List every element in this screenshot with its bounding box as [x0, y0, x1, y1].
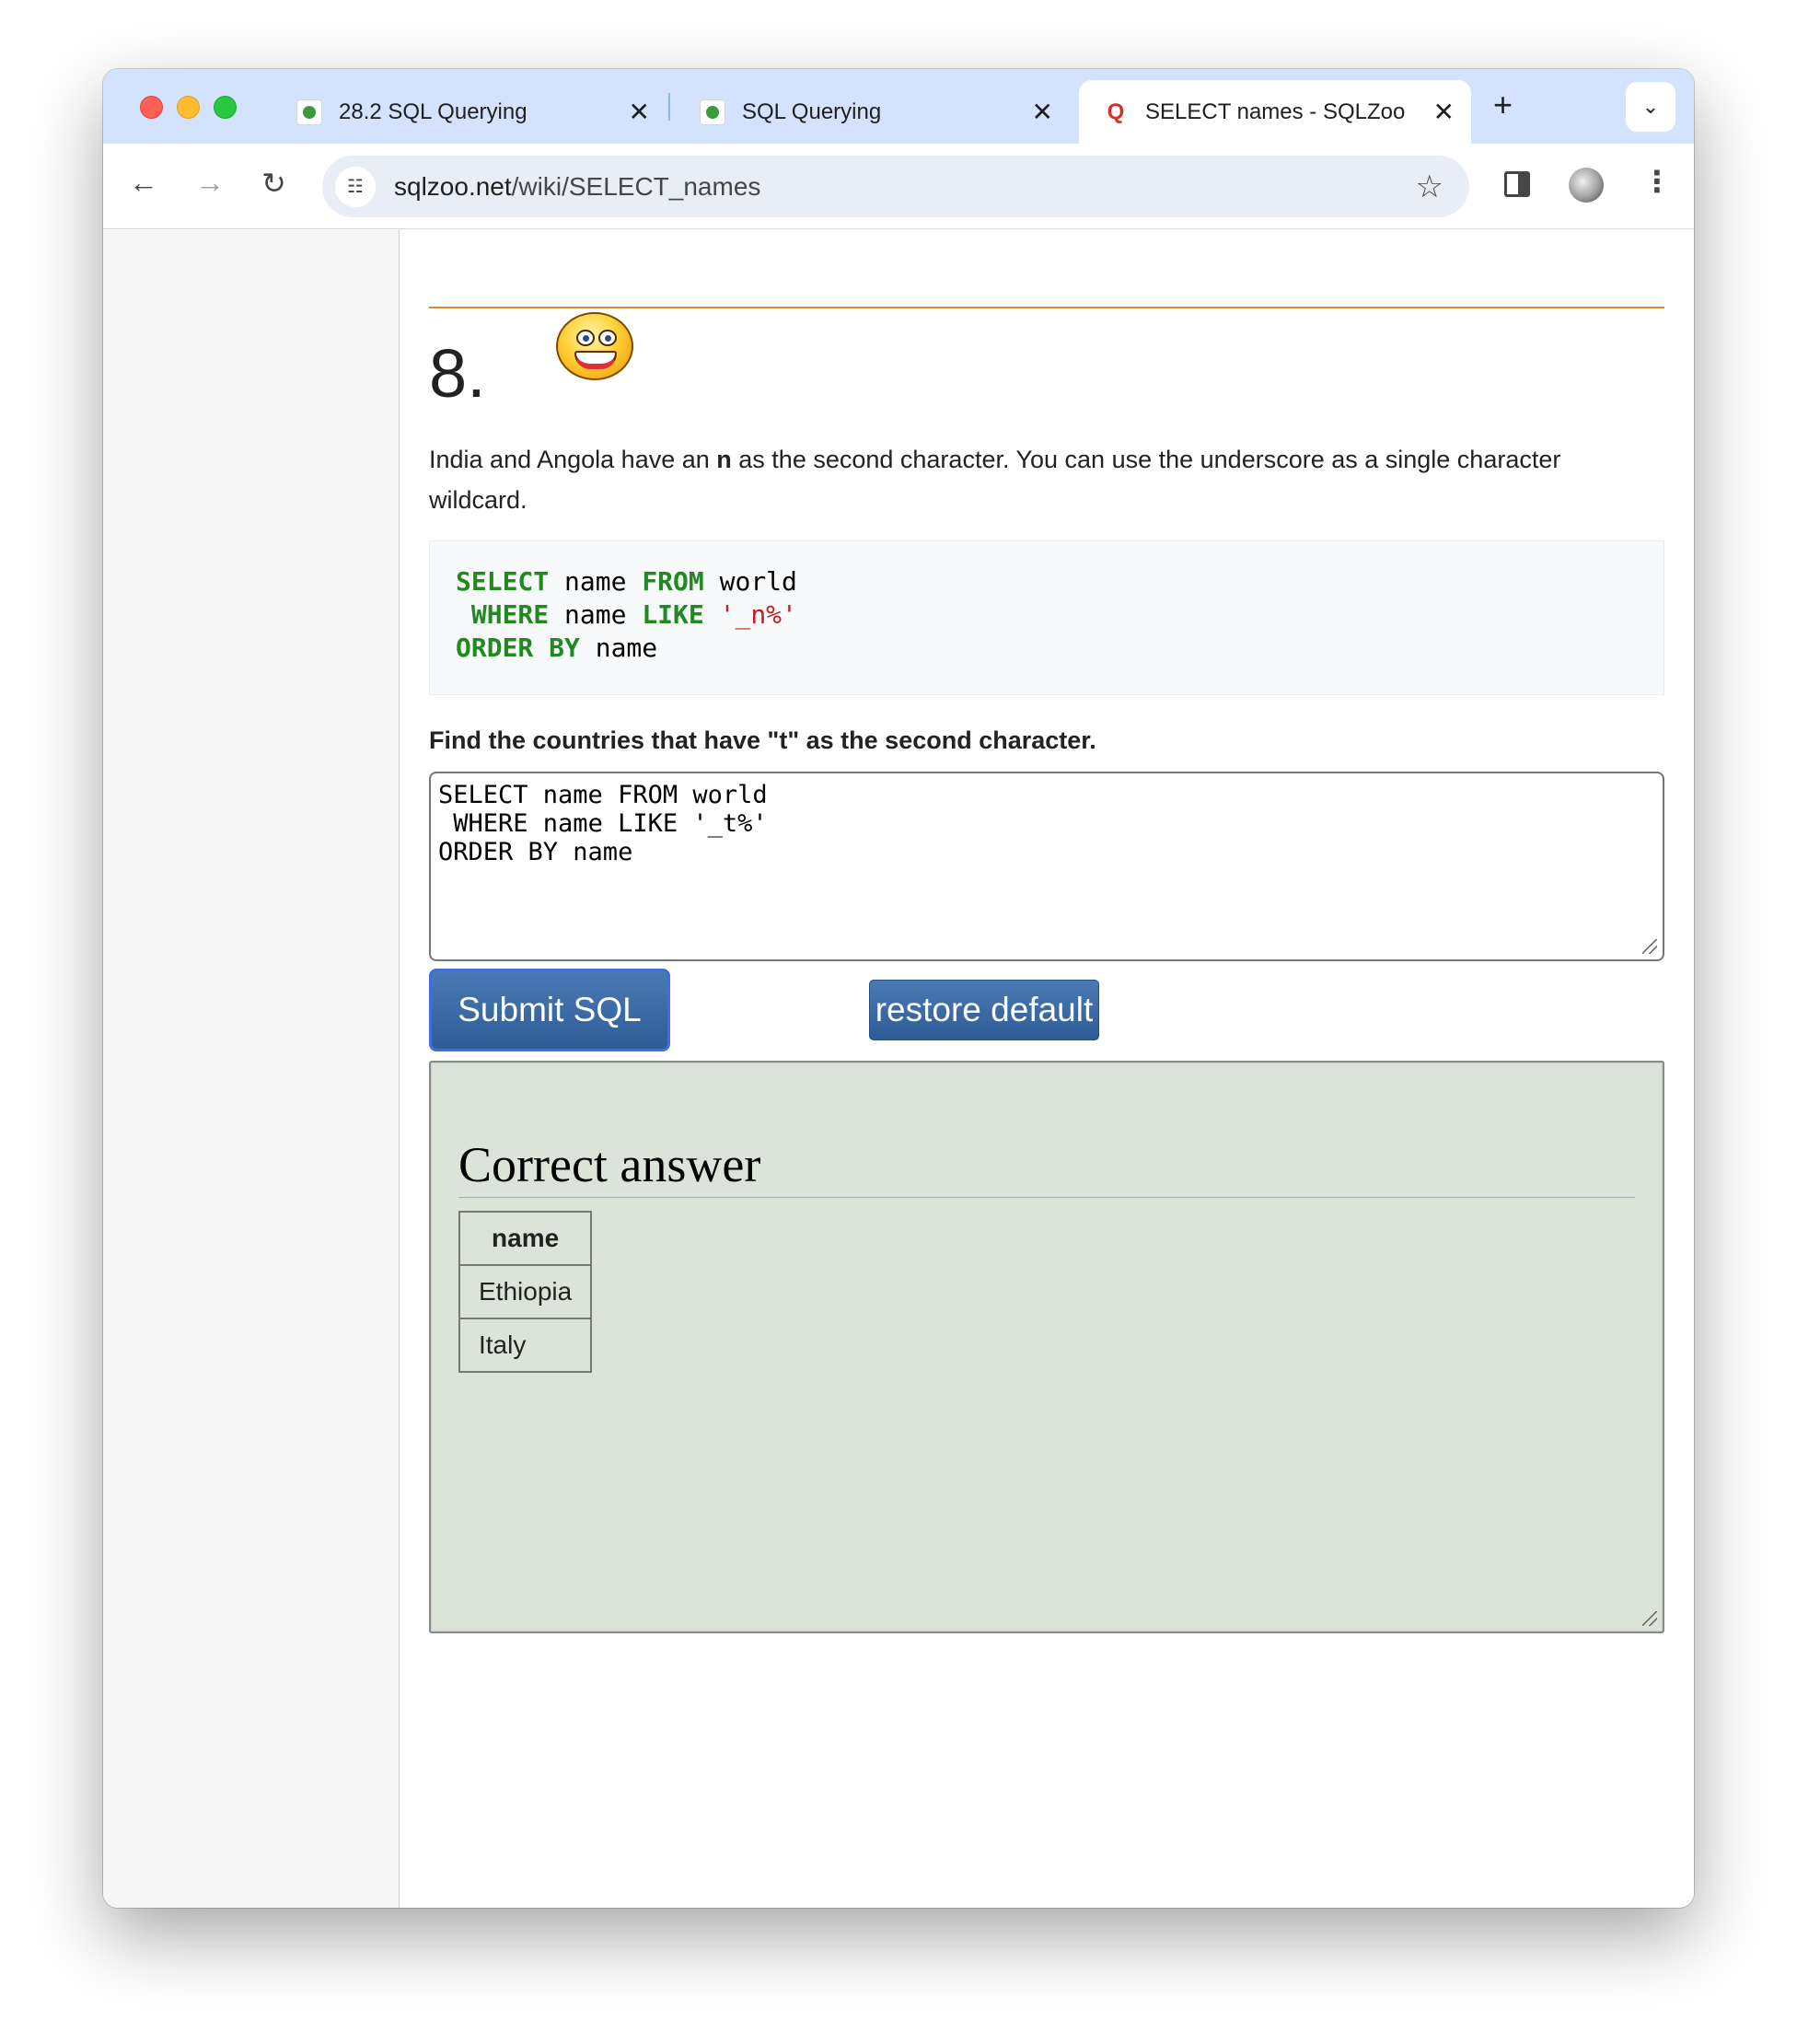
- tab-sql-querying-28-2[interactable]: 28.2 SQL Querying ✕: [284, 80, 667, 144]
- tab-label: SQL Querying: [742, 99, 882, 124]
- bookmark-star-icon[interactable]: ☆: [1416, 168, 1443, 205]
- url-text[interactable]: sqlzoo.net/wiki/SELECT_names: [394, 172, 760, 202]
- submit-sql-button[interactable]: Submit SQL: [429, 969, 670, 1051]
- zoom-window-button[interactable]: [214, 96, 237, 119]
- table-row: Ethiopia: [458, 1264, 593, 1319]
- url-path: /wiki/SELECT_names: [511, 171, 761, 201]
- button-row: Submit SQL restore default: [429, 961, 1664, 1061]
- tab-strip: 28.2 SQL Querying ✕ SQL Querying ✕ Q SEL…: [103, 69, 1694, 144]
- address-bar[interactable]: ☷ sqlzoo.net/wiki/SELECT_names ☆: [322, 156, 1469, 217]
- smiley-face-icon: [556, 312, 633, 380]
- resize-grip-icon[interactable]: [1642, 1611, 1657, 1626]
- tab-label: 28.2 SQL Querying: [339, 99, 528, 124]
- table-cell: Ethiopia: [458, 1264, 593, 1319]
- reload-icon[interactable]: ↻: [261, 166, 286, 201]
- table-row: Italy: [458, 1318, 593, 1373]
- question-description: India and Angola have an n as the second…: [429, 446, 1561, 514]
- forward-arrow-icon[interactable]: →: [195, 166, 225, 200]
- close-tab-icon[interactable]: ✕: [629, 97, 650, 127]
- result-table: name Ethiopia Italy: [458, 1211, 593, 1373]
- tab-label: SELECT names - SQLZoo: [1145, 99, 1406, 124]
- close-window-button[interactable]: [140, 96, 163, 119]
- main-content: 8. India and Angola have an n as the sec…: [429, 230, 1664, 1633]
- left-sidebar: [103, 230, 400, 1908]
- example-code-block: SELECT name FROM world WHERE name LIKE '…: [429, 540, 1664, 695]
- more-menu-icon[interactable]: ⋮: [1642, 164, 1672, 199]
- resize-grip-icon[interactable]: [1642, 939, 1657, 954]
- question-header: 8.: [429, 308, 1664, 417]
- browser-window: 28.2 SQL Querying ✕ SQL Querying ✕ Q SEL…: [103, 69, 1694, 1908]
- side-panel-icon[interactable]: [1504, 171, 1530, 197]
- sql-input[interactable]: [429, 772, 1664, 961]
- result-heading: Correct answer: [458, 1136, 1635, 1198]
- column-header: name: [458, 1211, 593, 1266]
- tab-separator: [668, 93, 670, 121]
- profile-avatar[interactable]: [1569, 168, 1604, 203]
- bold-letter: n: [716, 446, 732, 473]
- site-info-tune-icon[interactable]: ☷: [335, 166, 376, 207]
- site-favicon-icon: [296, 99, 322, 125]
- tab-sql-querying[interactable]: SQL Querying ✕: [687, 80, 1070, 144]
- restore-default-button[interactable]: restore default: [869, 980, 1099, 1040]
- close-tab-icon[interactable]: ✕: [1433, 97, 1455, 127]
- url-host: sqlzoo.net: [394, 171, 512, 201]
- new-tab-icon[interactable]: +: [1493, 86, 1513, 124]
- close-tab-icon[interactable]: ✕: [1032, 97, 1053, 127]
- task-prompt: Find the countries that have "t" as the …: [429, 726, 1096, 754]
- question-number: 8.: [429, 335, 486, 412]
- sql-editor-wrapper: [429, 772, 1664, 961]
- sqlzoo-favicon-icon: Q: [1107, 99, 1125, 124]
- minimize-window-button[interactable]: [177, 96, 200, 119]
- browser-toolbar: ← → ↻ ☷ sqlzoo.net/wiki/SELECT_names ☆ ⋮: [103, 144, 1694, 229]
- page-viewport: 8. India and Angola have an n as the sec…: [103, 230, 1694, 1908]
- tab-select-names-active[interactable]: Q SELECT names - SQLZoo ✕: [1079, 80, 1471, 144]
- site-favicon-icon: [700, 99, 725, 125]
- tab-search-chevron-down-icon[interactable]: ⌄: [1626, 82, 1675, 132]
- table-cell: Italy: [458, 1318, 593, 1373]
- result-panel: Correct answer name Ethiopia Italy: [429, 1061, 1664, 1633]
- back-arrow-icon[interactable]: ←: [129, 166, 158, 200]
